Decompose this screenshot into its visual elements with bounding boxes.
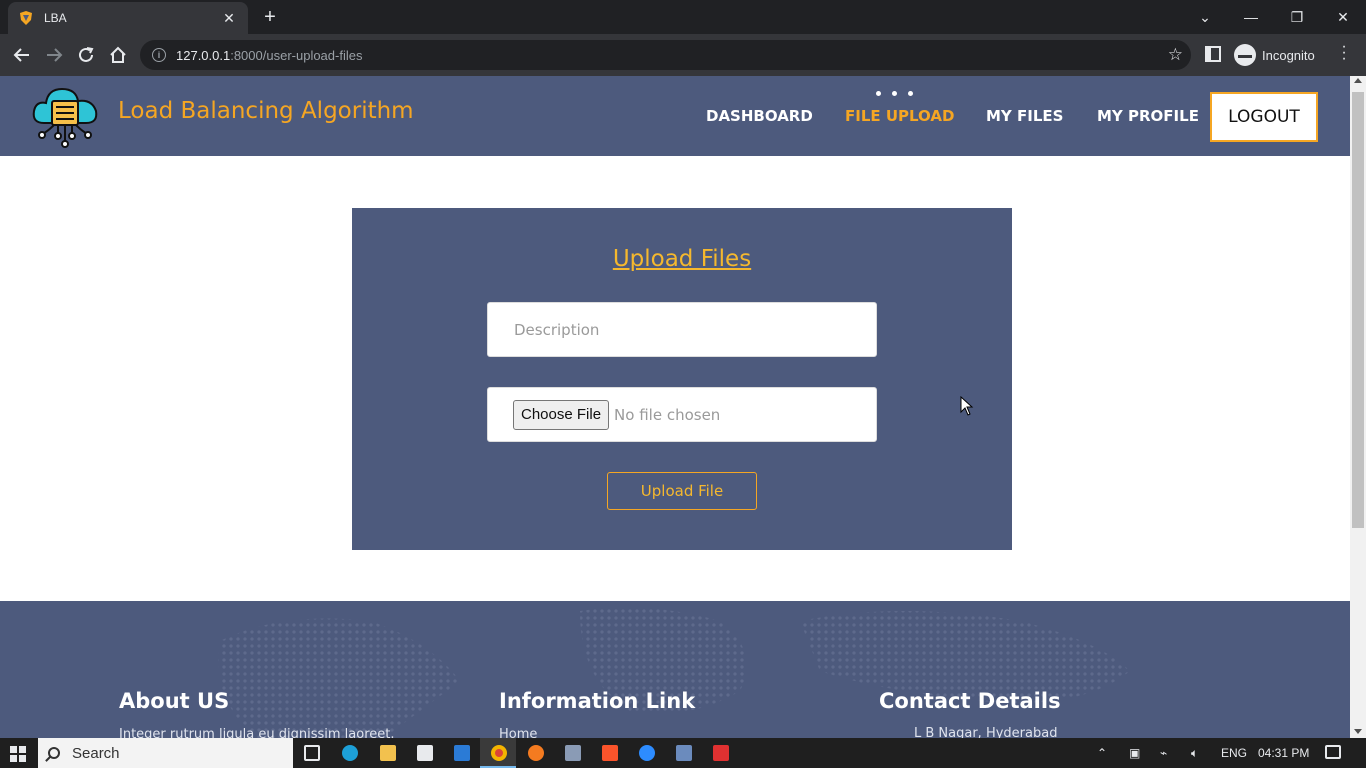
close-window-button[interactable]: ✕: [1320, 0, 1366, 34]
side-panel-icon[interactable]: [1205, 46, 1221, 62]
vscode-icon[interactable]: [454, 745, 470, 761]
zoom-icon[interactable]: [639, 745, 655, 761]
address-bar[interactable]: i 127.0.0.1:8000/user-upload-files ☆: [140, 40, 1191, 70]
upload-form-title: Upload Files: [612, 246, 752, 272]
browser-tab[interactable]: LBA ✕: [8, 2, 248, 34]
incognito-label: Incognito: [1262, 47, 1315, 63]
store-app-icon[interactable]: [417, 745, 433, 761]
file-input[interactable]: Choose File No file chosen: [487, 387, 877, 442]
taskbar-clock[interactable]: 04:31 PM: [1258, 746, 1309, 760]
logout-button[interactable]: LOGOUT: [1210, 92, 1318, 142]
reload-icon[interactable]: [74, 43, 98, 67]
anydesk-icon[interactable]: [713, 745, 729, 761]
upload-form-card: Upload Files Choose File No file chosen …: [352, 208, 1012, 550]
world-map-background-icon: [218, 607, 1130, 738]
site-info-icon[interactable]: i: [152, 48, 166, 62]
file-explorer-icon[interactable]: [380, 745, 396, 761]
contact-address: L B Nagar, Hyderabad: [914, 726, 1058, 738]
volume-icon[interactable]: 🔈︎: [1191, 746, 1198, 761]
brave-icon[interactable]: [602, 745, 618, 761]
restore-window-button[interactable]: ❐: [1274, 0, 1320, 34]
search-icon: [48, 747, 60, 759]
site-footer: About US Integer rutrum ligula eu dignis…: [0, 601, 1350, 738]
notification-center-icon[interactable]: [1325, 745, 1341, 759]
browser-toolbar: i 127.0.0.1:8000/user-upload-files ☆: [0, 34, 1366, 76]
language-indicator[interactable]: ENG: [1221, 746, 1247, 760]
tab-search-icon[interactable]: ⌄: [1182, 0, 1228, 34]
tray-overflow-icon[interactable]: ⌃: [1097, 746, 1107, 760]
task-view-icon[interactable]: [304, 745, 320, 761]
forward-icon[interactable]: [42, 43, 66, 67]
back-icon[interactable]: [10, 43, 34, 67]
minimize-window-button[interactable]: —: [1228, 0, 1274, 34]
nav-my-files[interactable]: MY FILES: [986, 107, 1063, 125]
mouse-pointer-icon: [960, 396, 974, 416]
windows-start-icon[interactable]: [10, 746, 26, 762]
incognito-indicator[interactable]: Incognito: [1234, 44, 1315, 66]
new-tab-icon[interactable]: +: [258, 6, 282, 30]
edge-icon[interactable]: [342, 745, 358, 761]
site-favicon-icon: [20, 11, 32, 25]
chrome-icon[interactable]: [491, 745, 507, 761]
site-header: Load Balancing Algorithm DASHBOARD FILE …: [0, 76, 1350, 156]
snipping-tool-icon[interactable]: [565, 745, 581, 761]
choose-file-button[interactable]: Choose File: [513, 399, 610, 430]
meet-now-icon[interactable]: ▣: [1129, 746, 1140, 760]
about-text: Integer rutrum ligula eu dignissim laore…: [119, 727, 395, 738]
network-icon[interactable]: ⌁: [1160, 746, 1167, 760]
taskbar-search-label: Search: [72, 744, 120, 762]
scroll-down-icon[interactable]: [1354, 729, 1362, 734]
bookmark-star-icon[interactable]: ☆: [1168, 45, 1183, 65]
search-app-icon[interactable]: [528, 745, 544, 761]
incognito-icon: [1234, 44, 1256, 66]
file-status-text: No file chosen: [614, 405, 721, 424]
browser-menu-icon[interactable]: · · ·: [1337, 39, 1351, 67]
page-viewport: Load Balancing Algorithm DASHBOARD FILE …: [0, 76, 1350, 738]
remote-desktop-icon[interactable]: [676, 745, 692, 761]
windows-taskbar: Search ⌃ ▣ ⌁ 🔈︎ ENG 04:31 PM: [0, 738, 1366, 768]
about-heading: About US: [119, 689, 230, 713]
nav-dashboard[interactable]: DASHBOARD: [706, 107, 813, 125]
footer-link-home[interactable]: Home: [499, 727, 537, 738]
url-path: :8000/user-upload-files: [230, 47, 363, 63]
upload-file-button[interactable]: Upload File: [607, 472, 757, 510]
browser-tab-strip: LBA ✕ + ⌄ — ❐ ✕: [0, 0, 1366, 34]
scrollbar-thumb[interactable]: [1352, 92, 1364, 528]
scroll-up-icon[interactable]: [1354, 78, 1362, 83]
page-scrollbar[interactable]: [1350, 76, 1366, 738]
information-link-heading: Information Link: [499, 689, 696, 713]
description-input[interactable]: [487, 302, 877, 357]
taskbar-search[interactable]: Search: [38, 738, 293, 768]
tab-close-icon[interactable]: ✕: [220, 10, 238, 27]
nav-file-upload[interactable]: FILE UPLOAD: [845, 107, 954, 125]
cloud-server-logo-icon[interactable]: [30, 83, 100, 151]
brand-name[interactable]: Load Balancing Algorithm: [118, 98, 414, 124]
url-host: 127.0.0.1: [176, 47, 231, 63]
tab-title: LBA: [44, 11, 67, 25]
active-nav-indicator: [876, 91, 913, 96]
contact-heading: Contact Details: [879, 689, 1061, 713]
nav-my-profile[interactable]: MY PROFILE: [1097, 107, 1199, 125]
home-icon[interactable]: [106, 43, 130, 67]
